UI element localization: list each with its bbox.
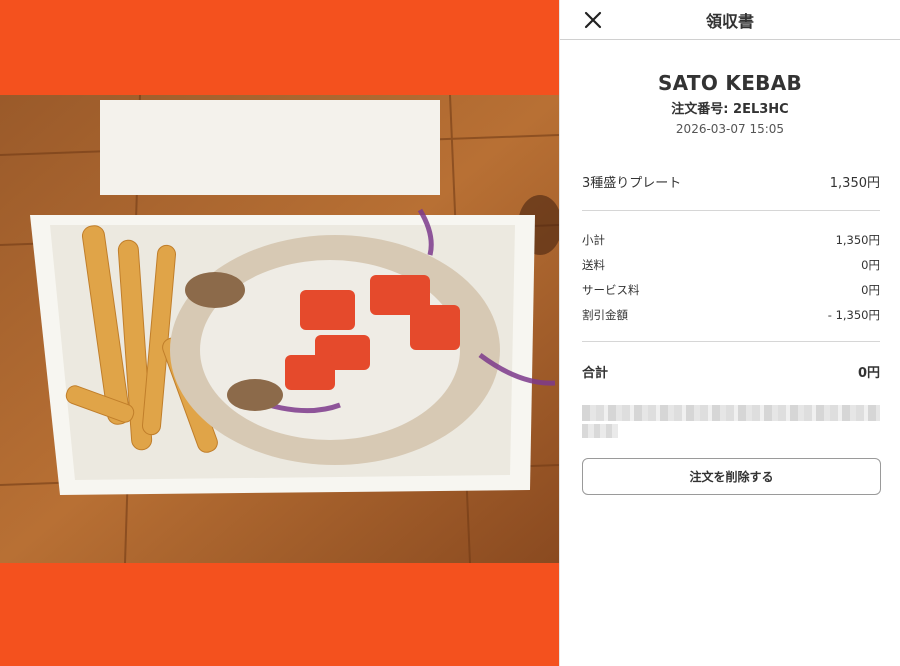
summary-value: 1,350円 bbox=[835, 233, 880, 247]
line-item-name: 3種盛りプレート bbox=[582, 176, 682, 191]
total-row: 合計 0円 bbox=[582, 362, 880, 381]
redacted-info bbox=[582, 405, 880, 441]
summary-label: サービス料 bbox=[582, 283, 640, 297]
summary-row-shipping: 送料 0円 bbox=[582, 257, 880, 273]
redacted-line bbox=[582, 405, 880, 421]
summary-row-discount: 割引金額 - 1,350円 bbox=[582, 307, 880, 323]
order-number: 注文番号: 2EL3HC bbox=[671, 102, 789, 117]
total-value: 0円 bbox=[857, 366, 880, 381]
delete-order-button[interactable]: 注文を削除する bbox=[582, 458, 881, 495]
summary-label: 小計 bbox=[582, 233, 605, 247]
summary-row-subtotal: 小計 1,350円 bbox=[582, 232, 880, 248]
divider bbox=[582, 341, 880, 342]
summary-value: 0円 bbox=[861, 283, 880, 297]
page-title: 領収書 bbox=[705, 11, 754, 31]
summary-row-service-fee: サービス料 0円 bbox=[582, 282, 880, 298]
summary-value: - 1,350円 bbox=[827, 308, 880, 322]
summary-label: 割引金額 bbox=[582, 308, 628, 322]
summary-label: 送料 bbox=[582, 258, 605, 272]
line-item: 3種盛りプレート 1,350円 bbox=[582, 172, 880, 191]
food-photo bbox=[0, 95, 559, 563]
photo-backdrop bbox=[0, 0, 559, 666]
receipt-panel: 領収書 SATO KEBAB 注文番号: 2EL3HC 2026-03-07 1… bbox=[559, 0, 900, 666]
receipt-header: 領収書 bbox=[560, 0, 900, 40]
divider bbox=[582, 210, 880, 211]
redacted-line bbox=[582, 424, 618, 438]
close-icon[interactable] bbox=[582, 9, 604, 31]
summary-value: 0円 bbox=[861, 258, 880, 272]
total-label: 合計 bbox=[582, 366, 609, 381]
order-datetime: 2026-03-07 15:05 bbox=[675, 122, 785, 136]
line-item-price: 1,350円 bbox=[829, 176, 880, 191]
shop-name: SATO KEBAB bbox=[657, 71, 803, 95]
